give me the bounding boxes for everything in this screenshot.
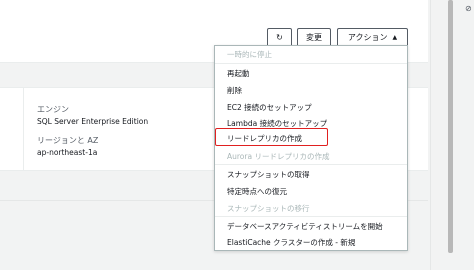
actions-menu: 一時的に停止 再起動 削除 EC2 接続のセットアップ Lambda 接続のセッ… <box>214 45 408 251</box>
panel-divider <box>23 88 24 170</box>
region-value: ap-northeast-1a <box>37 148 98 157</box>
menu-item-delete[interactable]: 削除 <box>227 85 242 96</box>
actions-button-label: アクション <box>347 33 388 42</box>
settings-icon[interactable]: ⊘ <box>465 4 472 13</box>
menu-item-take-snapshot[interactable]: スナップショットの取得 <box>227 169 310 180</box>
menu-separator <box>215 63 407 64</box>
menu-separator <box>215 164 407 165</box>
menu-item-point-in-time-restore[interactable]: 特定時点への復元 <box>227 186 287 197</box>
menu-item-create-aurora-read-replica[interactable]: Aurora リードレプリカの作成 <box>227 151 329 162</box>
menu-item-create-elasticache-cluster[interactable]: ElastiCache クラスターの作成 - 新規 <box>227 237 355 248</box>
menu-item-start-activity-stream[interactable]: データベースアクティビティストリームを開始 <box>227 221 383 232</box>
region-label: リージョンと AZ <box>37 136 99 145</box>
menu-item-ec2-connection[interactable]: EC2 接続のセットアップ <box>227 102 312 113</box>
scrollbar-thumb[interactable] <box>448 0 453 253</box>
engine-label: エンジン <box>37 105 69 114</box>
caret-up-icon: ▲ <box>392 34 398 41</box>
menu-separator <box>215 216 407 217</box>
highlight-box <box>215 128 328 146</box>
menu-item-stop-temporarily[interactable]: 一時的に停止 <box>227 49 272 60</box>
refresh-icon: ↻ <box>276 33 283 42</box>
menu-item-reboot[interactable]: 再起動 <box>227 68 250 79</box>
menu-item-migrate-snapshot[interactable]: スナップショットの移行 <box>227 203 310 214</box>
edit-button-label: 変更 <box>306 33 322 42</box>
engine-value: SQL Server Enterprise Edition <box>37 117 149 126</box>
